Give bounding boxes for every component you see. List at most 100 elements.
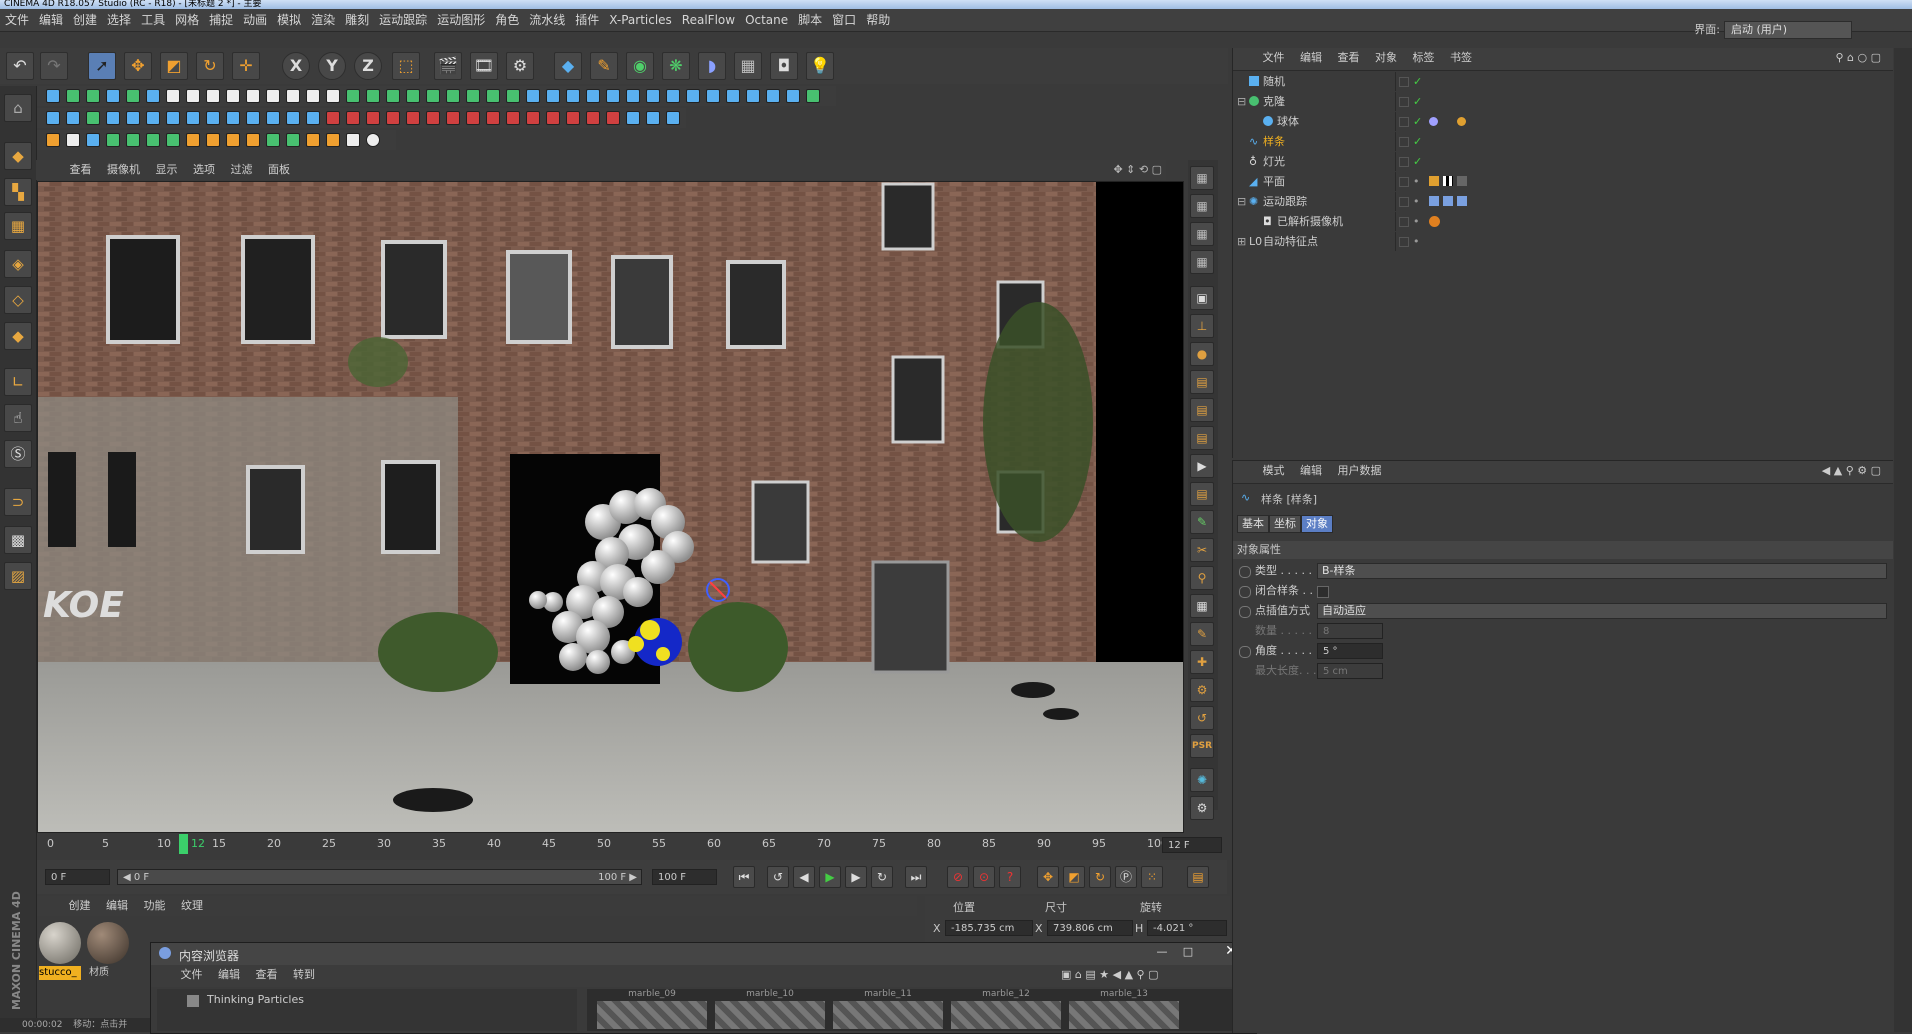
material-tag-icon[interactable] [1429,117,1438,126]
plugin-icon[interactable] [106,133,120,147]
plugin-icon[interactable] [306,89,320,103]
plugin-icon[interactable] [46,111,60,125]
view-icon[interactable]: ▦ [1190,250,1214,274]
close-spline-checkbox[interactable] [1317,586,1329,598]
cube-primitive-icon[interactable]: ◆ [554,52,582,80]
clapper-icon[interactable]: ▤ [1190,370,1214,394]
enabled-dot-icon[interactable]: • [1413,212,1420,231]
plugin-icon[interactable] [306,133,320,147]
menu-snap[interactable]: 捕捉 [204,9,238,31]
key-parameter-icon[interactable]: Ⓟ [1115,866,1137,888]
plugin-icon[interactable] [446,111,460,125]
plugin-icon[interactable] [606,89,620,103]
plugin-icon[interactable] [406,89,420,103]
plugin-icon[interactable] [526,111,540,125]
material-label-material[interactable]: 材质 [89,966,109,980]
material-menu-create[interactable]: 创建 [63,896,97,916]
render-picture-viewer-icon[interactable]: 🎞 [470,52,498,80]
key-position-icon[interactable]: ✥ [1037,866,1059,888]
workplane-lock-icon[interactable]: ▩ [4,526,32,554]
plugin-icon[interactable] [46,133,60,147]
browser-toolbar-icons[interactable]: ▣ ⌂ ▤ ★ ◀ ▲ ⚲ ▢ [1061,968,1158,981]
go-to-start-icon[interactable]: ⏮ [733,866,755,888]
animate-dot-icon[interactable] [1239,586,1251,598]
knife-icon[interactable]: ✂ [1190,538,1214,562]
number-field[interactable]: 8 [1317,623,1383,639]
browser-menu-goto[interactable]: 转到 [287,965,321,985]
material-menu-texture[interactable]: 纹理 [175,896,209,916]
plugin-icon[interactable] [146,133,160,147]
plugin-icon[interactable] [346,133,360,147]
object-row-spline[interactable]: ∿ 样条 ✓ [1233,132,1893,151]
object-row-auto-features[interactable]: ⊞ L0 自动特征点 • [1233,232,1893,251]
plugin-icon[interactable] [666,89,680,103]
plugin-icon[interactable] [446,89,460,103]
expand-toggle-icon[interactable]: ⊞ [1237,232,1246,251]
expand-toggle-icon[interactable]: ⊟ [1237,192,1246,211]
plugin-icon[interactable] [186,133,200,147]
viewport-nav-icon[interactable]: ✥ ⇕ ⟲ ▢ [1113,163,1162,176]
plugin-icon[interactable] [166,111,180,125]
add-key-icon[interactable]: ✚ [1190,650,1214,674]
plugin-icon[interactable] [666,111,680,125]
plugin-icon[interactable] [166,89,180,103]
plugin-icon[interactable] [306,111,320,125]
play-icon[interactable]: ▶ [1190,454,1214,478]
subdivision-icon[interactable]: ◉ [626,52,654,80]
camera-tag-icon[interactable] [1429,216,1440,227]
array-generator-icon[interactable]: ❋ [662,52,690,80]
xp-icon[interactable]: ✺ [1190,768,1214,792]
enabled-check-icon[interactable]: ✓ [1413,72,1422,91]
workplane-mode-icon[interactable]: ▦ [4,212,32,240]
previous-frame-icon[interactable]: ◀ [793,866,815,888]
plugin-icon[interactable] [706,89,720,103]
minimize-button[interactable]: — [1151,945,1173,961]
plugin-icon[interactable] [146,111,160,125]
polygons-mode-icon[interactable]: ◆ [4,322,32,350]
view-icon[interactable]: ▦ [1190,166,1214,190]
visibility-flag[interactable] [1399,97,1409,107]
obj-menu-edit[interactable]: 编辑 [1294,48,1328,68]
thumb-marble[interactable] [715,1001,825,1029]
plugin-icon[interactable] [526,89,540,103]
plugin-icon[interactable] [566,89,580,103]
plugin-icon[interactable] [366,111,380,125]
current-frame-field[interactable]: 12 F [1162,837,1222,853]
paint-icon[interactable]: ✎ [1190,622,1214,646]
plugin-icon[interactable] [506,89,520,103]
menu-motion-tracking[interactable]: 运动跟踪 [374,9,432,31]
tracker-tag-icon[interactable] [1457,196,1467,206]
obj-menu-bookmarks[interactable]: 书签 [1444,48,1478,68]
plugin-icon[interactable] [626,89,640,103]
plugin-icon[interactable] [126,111,140,125]
angle-field[interactable]: 5 ° [1317,643,1383,659]
animate-dot-icon[interactable] [1239,646,1251,658]
plugin-icon[interactable] [266,89,280,103]
plugin-icon[interactable] [226,89,240,103]
redo-icon[interactable]: ↷ [40,52,68,80]
obj-menu-objects[interactable]: 对象 [1369,48,1403,68]
plugin-icon[interactable] [226,133,240,147]
tab-object[interactable]: 对象 [1301,515,1333,533]
clapper-icon[interactable]: ▤ [1190,426,1214,450]
texture-tag-icon[interactable] [1429,176,1439,186]
thumb-marble[interactable] [597,1001,707,1029]
play-icon[interactable]: ▶ [819,866,841,888]
material-label-stucco[interactable]: stucco_ [39,966,81,980]
plugin-icon[interactable] [266,133,280,147]
3d-viewport[interactable]: KOE [37,181,1184,833]
plugin-icon[interactable] [386,89,400,103]
visibility-flag[interactable] [1399,117,1409,127]
tab-coord[interactable]: 坐标 [1269,515,1301,533]
material-tag-icon[interactable] [1457,117,1466,126]
plugin-icon[interactable] [626,111,640,125]
curve-icon[interactable]: ↺ [1190,706,1214,730]
key-rotation-icon[interactable]: ↻ [1089,866,1111,888]
plugin-icon[interactable] [766,89,780,103]
plugin-icon[interactable] [246,133,260,147]
enabled-check-icon[interactable]: ✓ [1413,132,1422,151]
plugin-icon[interactable] [86,111,100,125]
menu-animate[interactable]: 动画 [238,9,272,31]
plugin-icon[interactable] [46,89,60,103]
viewport-menu-panel[interactable]: 面板 [262,160,296,180]
